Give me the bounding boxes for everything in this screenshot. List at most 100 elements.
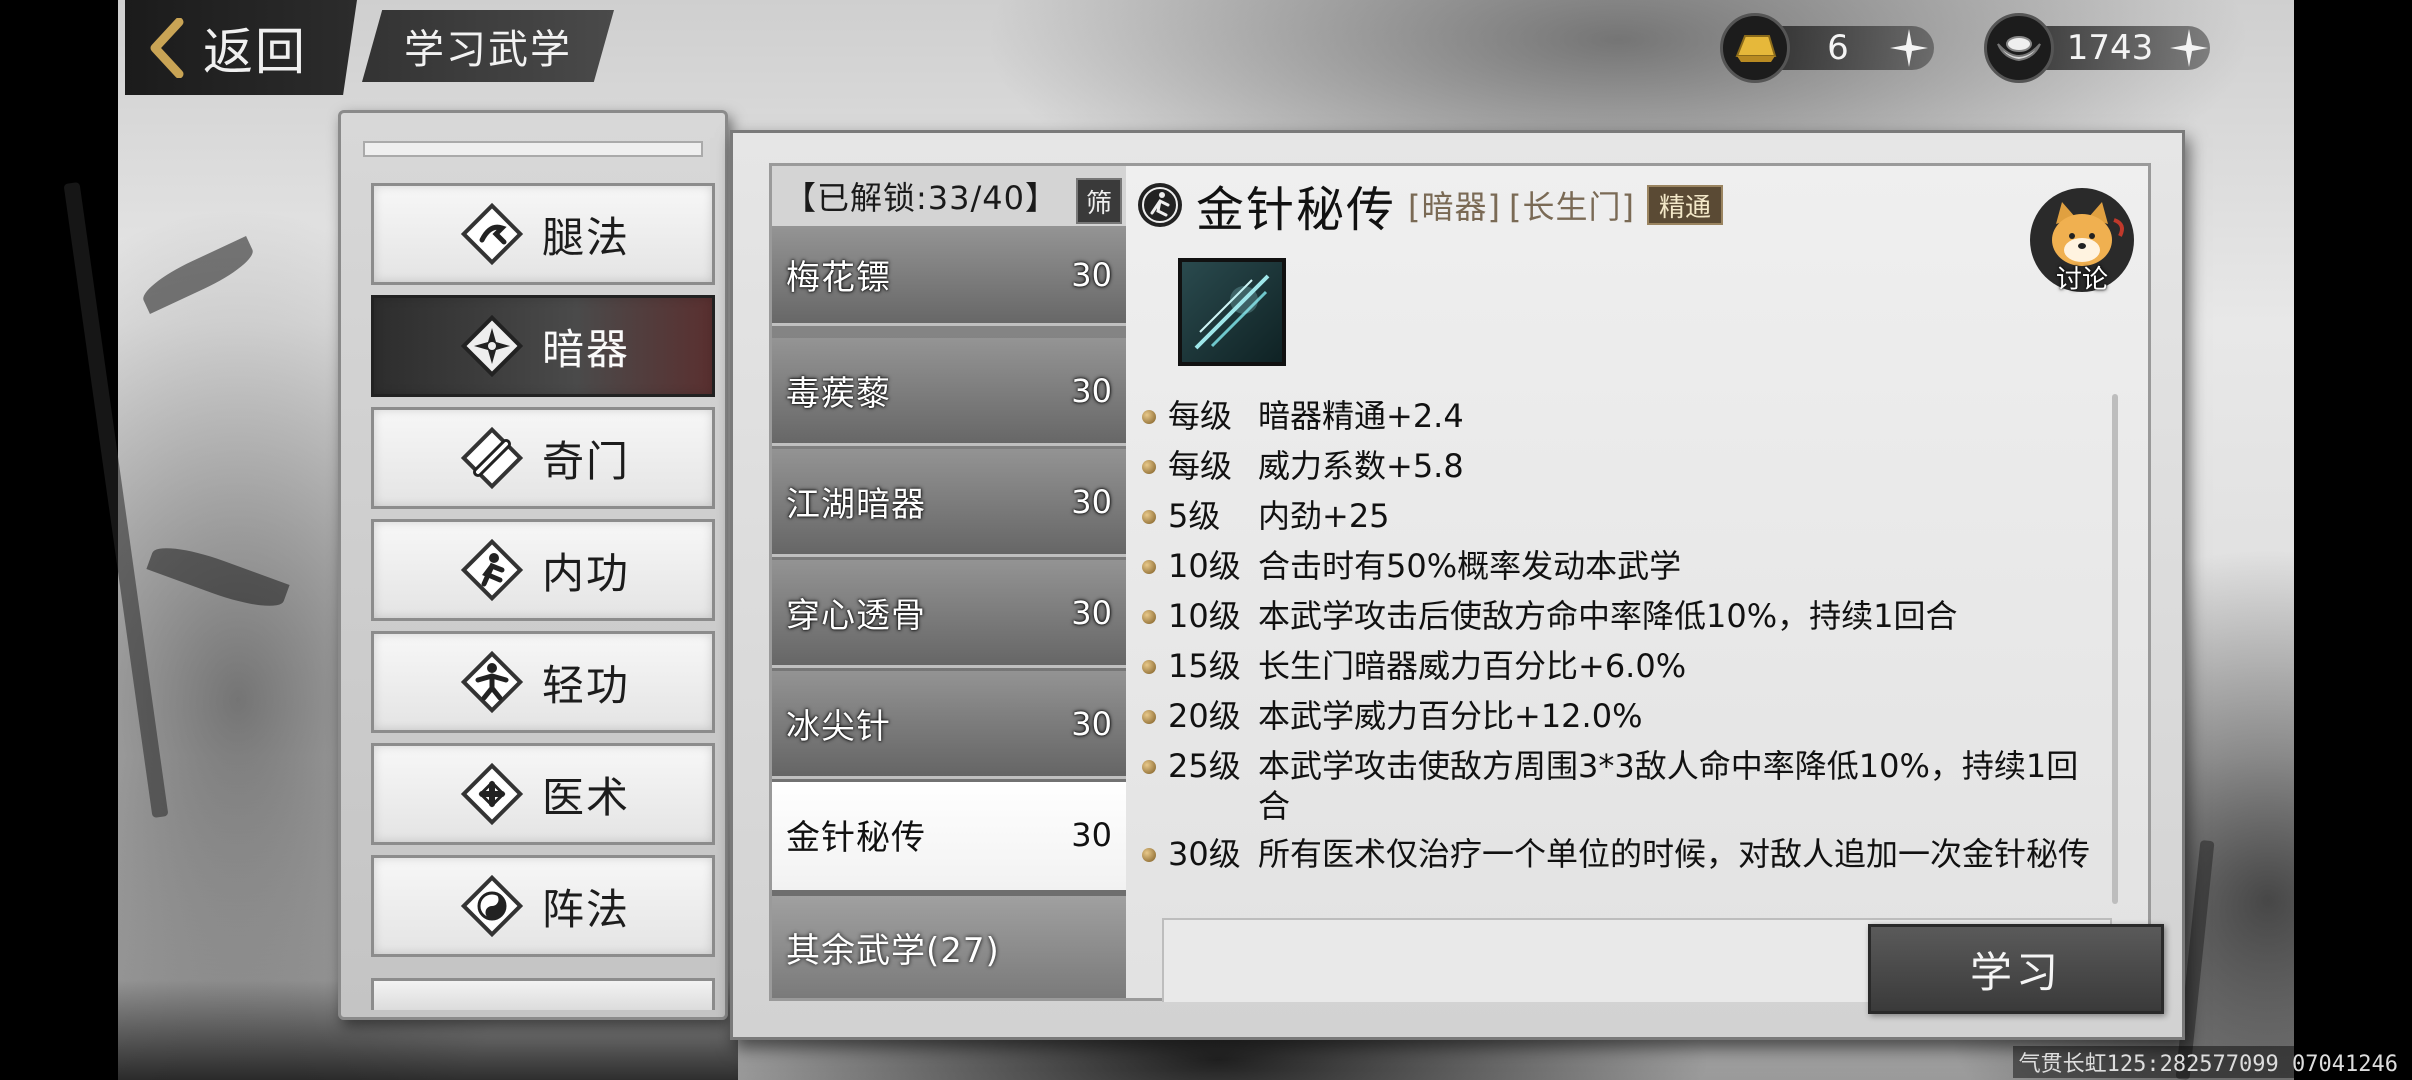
category-label: 医术 xyxy=(541,772,630,822)
category-label: 轻功 xyxy=(541,660,630,710)
category-kick[interactable]: 腿法 xyxy=(371,183,715,285)
panel-top-edge xyxy=(363,141,703,157)
silver-currency: 1743 xyxy=(1984,12,2404,84)
effect-row: 20级 本武学威力百分比+12.0% xyxy=(1142,694,2102,738)
skill-title: 金针秘传 xyxy=(1196,182,1397,238)
bamboo-decoration xyxy=(63,182,169,818)
leaf-decoration xyxy=(146,537,290,617)
player-id-watermark: 气贯长虹125:282577099 07041246 xyxy=(2012,1046,2404,1078)
skill-level: 30 xyxy=(1071,482,1112,521)
effect-row: 30级 所有医术仅治疗一个单位的时候，对敌人追加一次金针秘传 xyxy=(1142,832,2102,876)
skill-panel-inner: 【已解锁:33/40】 筛 梅花镖 30 毒蒺藜 30 江湖暗器 30 穿心透骨 xyxy=(769,163,2164,1014)
learn-button[interactable]: 学习 xyxy=(1868,924,2164,1014)
category-lightness[interactable]: 轻功 xyxy=(371,631,715,733)
category-panel: 腿法 暗器 奇门 内功 轻功 医术 阵法 xyxy=(338,110,728,1020)
effect-row: 10级 本武学攻击后使敌方命中率降低10%，持续1回合 xyxy=(1142,594,2102,638)
medicine-icon xyxy=(460,762,524,826)
discuss-label: 讨论 xyxy=(2055,265,2108,295)
effect-row: 15级 长生门暗器威力百分比+6.0% xyxy=(1142,644,2102,688)
skill-level: 30 xyxy=(1071,255,1112,294)
other-skills-label: 其余武学(27) xyxy=(786,930,1000,971)
category-internal[interactable]: 内功 xyxy=(371,519,715,621)
effect-text: 本武学攻击后使敌方命中率降低10%，持续1回合 xyxy=(1258,597,1958,635)
gold-value: 6 xyxy=(1827,28,1849,68)
meditation-icon xyxy=(460,538,524,602)
effect-row: 每级 暗器精通+2.4 xyxy=(1142,394,2102,438)
effect-level: 10级 xyxy=(1168,547,1241,585)
skill-thumbnail[interactable] xyxy=(1178,258,1286,366)
skill-item[interactable]: 江湖暗器 30 xyxy=(772,449,1126,557)
effect-row: 每级 威力系数+5.8 xyxy=(1142,444,2102,488)
skill-list[interactable]: 【已解锁:33/40】 筛 梅花镖 30 毒蒺藜 30 江湖暗器 30 穿心透骨 xyxy=(772,166,1126,998)
skill-name: 金针秘传 xyxy=(786,818,926,858)
silver-value: 1743 xyxy=(2066,28,2154,68)
effect-text: 所有医术仅治疗一个单位的时候，对敌人追加一次金针秘传 xyxy=(1258,835,2091,873)
skill-item[interactable]: 冰尖针 30 xyxy=(772,671,1126,779)
shuriken-icon xyxy=(460,314,524,378)
page-title: 学习武学 xyxy=(404,27,572,73)
category-label: 内功 xyxy=(541,548,630,598)
category-hidden-weapon[interactable]: 暗器 xyxy=(371,295,715,397)
bullet-icon xyxy=(1142,510,1156,524)
effect-text: 威力系数+5.8 xyxy=(1258,447,1464,485)
filter-button[interactable]: 筛 xyxy=(1076,178,1122,224)
bullet-icon xyxy=(1142,660,1156,674)
bullet-icon xyxy=(1142,760,1156,774)
bullet-icon xyxy=(1142,560,1156,574)
effect-list: 每级 暗器精通+2.4 每级 威力系数+5.8 5级 内劲+25 10级 合击时有50%… xyxy=(1142,394,2102,882)
mastery-badge: 精通 xyxy=(1646,185,1723,225)
skill-level: 30 xyxy=(1071,593,1112,632)
discuss-button[interactable]: 讨论 xyxy=(2026,184,2138,296)
bullet-icon xyxy=(1142,610,1156,624)
category-more[interactable] xyxy=(371,978,715,1010)
kick-icon xyxy=(460,202,524,266)
leap-icon xyxy=(460,650,524,714)
bullet-icon xyxy=(1142,848,1156,862)
skill-panel: 【已解锁:33/40】 筛 梅花镖 30 毒蒺藜 30 江湖暗器 30 穿心透骨 xyxy=(730,130,2185,1040)
effect-row: 10级 合击时有50%概率发动本武学 xyxy=(1142,544,2102,588)
other-skills-button[interactable]: 其余武学(27) xyxy=(772,896,1126,998)
skill-item[interactable]: 毒蒺藜 30 xyxy=(772,338,1126,446)
category-label: 奇门 xyxy=(541,436,630,486)
scroll-icon xyxy=(460,426,524,490)
effect-text: 本武学攻击使敌方周围3*3敌人命中率降低10%，持续1回合 xyxy=(1258,747,2079,825)
chevron-left-icon xyxy=(150,17,184,78)
skill-detail: 金针秘传 [暗器] [长生门] 精通 讨论 每级 暗器精通+2.4 每级 威力系… xyxy=(1126,166,2148,1002)
effect-text: 本武学威力百分比+12.0% xyxy=(1258,697,1643,735)
skill-item-selected[interactable]: 金针秘传 30 xyxy=(772,782,1126,890)
category-qimen[interactable]: 奇门 xyxy=(371,407,715,509)
effect-text: 内劲+25 xyxy=(1258,497,1390,535)
skill-name: 江湖暗器 xyxy=(786,485,926,525)
skill-item[interactable]: 穿心透骨 30 xyxy=(772,560,1126,668)
unlock-count: 【已解锁:33/40】 xyxy=(784,179,1059,217)
effect-text: 长生门暗器威力百分比+6.0% xyxy=(1258,647,1687,685)
effect-row: 5级 内劲+25 xyxy=(1142,494,2102,538)
bullet-icon xyxy=(1142,710,1156,724)
detail-title-row: 金针秘传 [暗器] [长生门] 精通 xyxy=(1136,174,1723,238)
effect-level: 20级 xyxy=(1168,697,1241,735)
effect-row: 25级 本武学攻击使敌方周围3*3敌人命中率降低10%，持续1回合 xyxy=(1142,744,2102,826)
yinyang-icon xyxy=(460,874,524,938)
add-gold-button[interactable] xyxy=(1886,25,1932,71)
silver-ingot-icon xyxy=(1984,13,2054,83)
effect-level: 每级 xyxy=(1168,447,1233,485)
bullet-icon xyxy=(1142,460,1156,474)
add-silver-button[interactable] xyxy=(2166,25,2212,71)
skill-level: 30 xyxy=(1071,371,1112,410)
effect-level: 5级 xyxy=(1168,497,1221,535)
skill-item[interactable]: 梅花镖 30 xyxy=(772,226,1126,326)
skill-level: 30 xyxy=(1071,704,1112,743)
needle-icon xyxy=(1194,274,1270,350)
learn-label: 学习 xyxy=(1969,947,2062,997)
category-formation[interactable]: 阵法 xyxy=(371,855,715,957)
back-button[interactable]: 返回 xyxy=(125,0,357,95)
skill-name: 毒蒺藜 xyxy=(786,374,891,414)
game-screen: 返回 学习武学 6 1743 腿法 暗器 奇门 内功 轻功 医术 阵法 【已解锁… xyxy=(0,0,2412,1080)
skill-name: 梅花镖 xyxy=(786,258,891,298)
leaf-decoration xyxy=(137,236,259,314)
effect-level: 每级 xyxy=(1168,397,1233,435)
effect-scrollbar[interactable] xyxy=(2112,394,2118,904)
effect-level: 10级 xyxy=(1168,597,1241,635)
category-medicine[interactable]: 医术 xyxy=(371,743,715,845)
skill-name: 穿心透骨 xyxy=(786,596,926,636)
